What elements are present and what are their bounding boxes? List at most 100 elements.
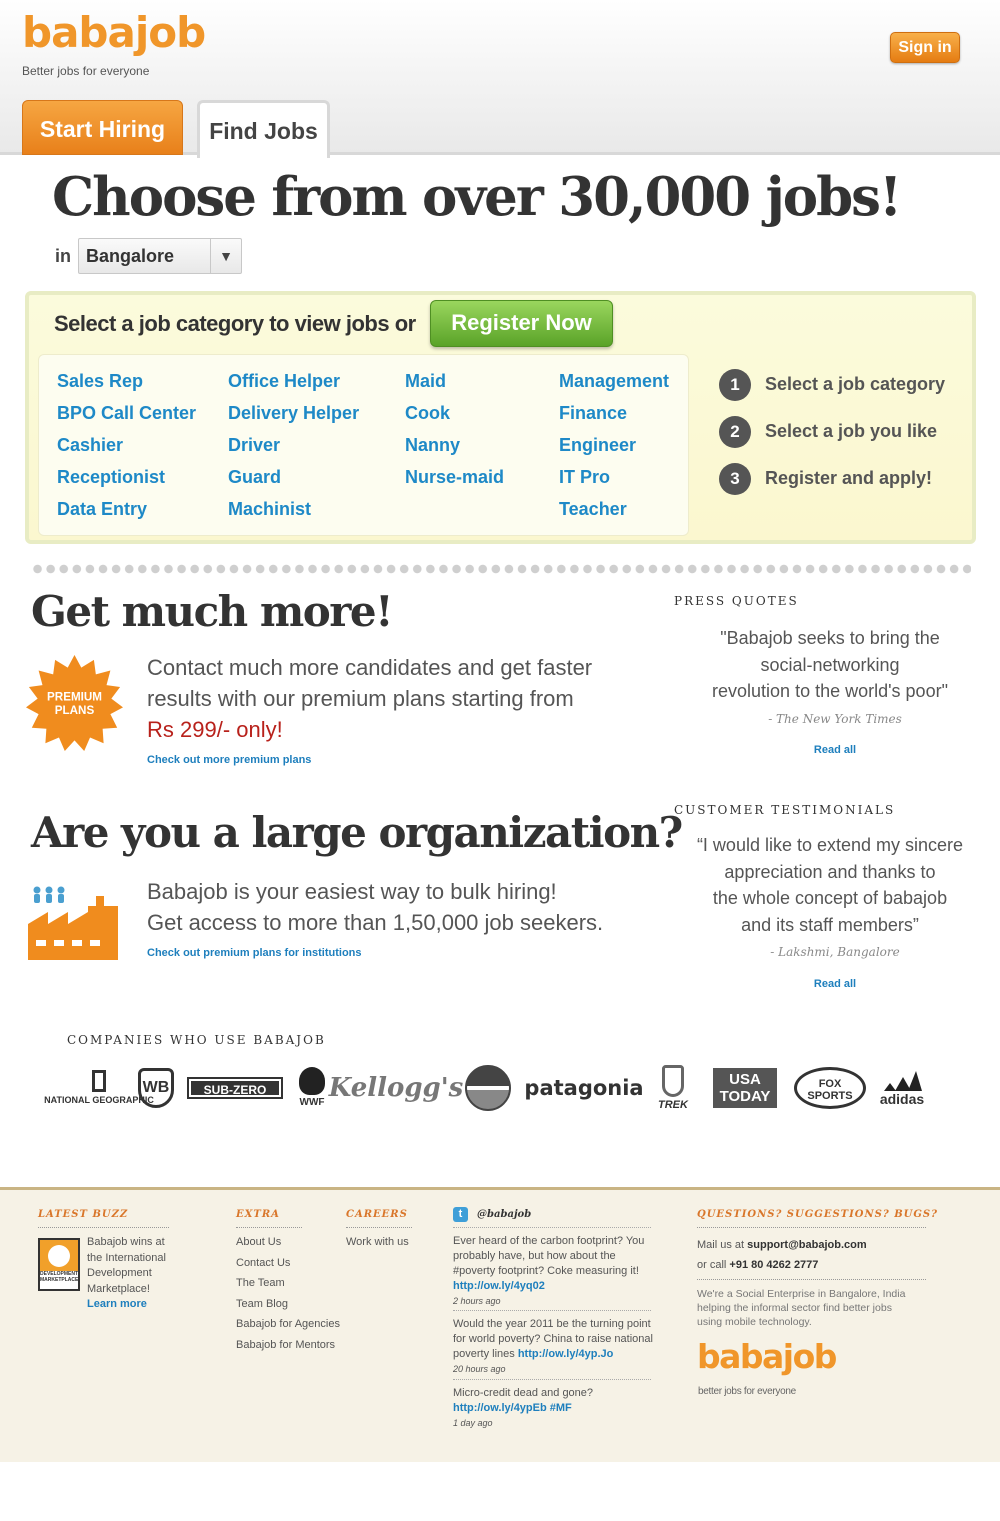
learn-more-link[interactable]: Learn more xyxy=(87,1298,147,1310)
step-number: 2 xyxy=(719,416,751,448)
quote-line: revolution to the world's poor" xyxy=(712,681,948,701)
careers-heading: CAREERS xyxy=(346,1209,408,1220)
testimonial-source: - Lakshmi, Bangalore xyxy=(770,945,900,959)
divider xyxy=(453,1310,651,1311)
company-logos: NATIONAL GEOGRAPHIC WB SUB-ZERO WWF Kell… xyxy=(44,1060,936,1115)
tab-find-jobs[interactable]: Find Jobs xyxy=(197,100,330,158)
footer-link-contact-us[interactable]: Contact Us xyxy=(236,1253,340,1274)
footer-link-the-team[interactable]: The Team xyxy=(236,1273,340,1294)
organization-heading: Are you a large organization? xyxy=(31,808,683,857)
quote-line: “I would like to extend my sincere xyxy=(696,835,964,855)
tagline: Better jobs for everyone xyxy=(22,64,150,78)
development-marketplace-image[interactable]: DEVELOPMENT MARKETPLACE xyxy=(38,1238,80,1291)
contact-heading: QUESTIONS? SUGGESTIONS? BUGS? xyxy=(697,1209,939,1220)
category-link[interactable]: IT Pro xyxy=(559,461,669,493)
category-column: Office Helper Delivery Helper Driver Gua… xyxy=(228,365,359,525)
support-email-link[interactable]: support@babajob.com xyxy=(747,1239,867,1251)
step-number: 3 xyxy=(719,463,751,495)
category-link[interactable]: Sales Rep xyxy=(57,365,196,397)
category-link[interactable]: Finance xyxy=(559,397,669,429)
category-link[interactable]: Management xyxy=(559,365,669,397)
babajob-logo[interactable]: babajob xyxy=(22,8,206,58)
organization-text: Babajob is your easiest way to bulk hiri… xyxy=(147,876,603,938)
category-link[interactable]: Delivery Helper xyxy=(228,397,359,429)
footer-link-work-with-us[interactable]: Work with us xyxy=(346,1232,409,1253)
category-link[interactable]: Driver xyxy=(228,429,359,461)
category-link[interactable]: Nurse-maid xyxy=(405,461,504,493)
divider xyxy=(346,1227,412,1228)
press-read-all-link[interactable]: Read all xyxy=(680,744,990,756)
latest-buzz-text: Babajob wins at the International Develo… xyxy=(87,1236,166,1310)
category-link[interactable]: Guard xyxy=(228,461,359,493)
category-link[interactable]: Cashier xyxy=(57,429,196,461)
tweet-link[interactable]: http://ow.ly/4yp.Jo xyxy=(518,1348,614,1360)
quote-line: the whole concept of babajob xyxy=(712,888,948,908)
footer-link-team-blog[interactable]: Team Blog xyxy=(236,1294,340,1315)
category-link[interactable]: Office Helper xyxy=(228,365,359,397)
category-link[interactable]: Machinist xyxy=(228,493,359,525)
premium-line-2: results with our premium plans starting … xyxy=(147,686,574,711)
city-select[interactable]: Bangalore ▼ xyxy=(78,238,242,274)
chevron-down-icon[interactable]: ▼ xyxy=(210,239,241,273)
premium-plans-badge-icon[interactable]: PREMIUM PLANS xyxy=(26,655,123,752)
category-link[interactable]: Data Entry xyxy=(57,493,196,525)
category-link[interactable]: Teacher xyxy=(559,493,669,525)
sign-in-button[interactable]: Sign in xyxy=(890,32,960,63)
category-link[interactable]: Nanny xyxy=(405,429,504,461)
testimonial-quote: “I would like to extend my sincere appre… xyxy=(675,832,985,938)
tweet-time: 20 hours ago xyxy=(453,1364,506,1374)
quote-line: and its staff members” xyxy=(741,914,919,935)
obama-logo xyxy=(464,1060,512,1115)
patagonia-logo: patagonia xyxy=(524,1075,644,1100)
kelloggs-logo: Kellogg's xyxy=(328,1072,464,1103)
extra-heading: EXTRA xyxy=(236,1209,280,1220)
badge-line-1: PREMIUM xyxy=(47,691,102,704)
organization-line-2: Get access to more than 1,50,000 job see… xyxy=(147,910,604,935)
about-text: We're a Social Enterprise in Bangalore, … xyxy=(697,1288,906,1328)
factory-icon xyxy=(28,886,118,960)
premium-line-1: Contact much more candidates and get fas… xyxy=(147,655,593,680)
sub-zero-logo: SUB-ZERO xyxy=(186,1060,284,1115)
category-link[interactable]: Receptionist xyxy=(57,461,196,493)
category-list: Sales Rep BPO Call Center Cashier Recept… xyxy=(38,354,689,536)
tab-start-hiring[interactable]: Start Hiring xyxy=(22,100,183,155)
premium-price: Rs 299/- only! xyxy=(147,717,283,742)
quote-line: "Babajob seeks to bring the xyxy=(720,628,940,648)
twitter-handle[interactable]: @babajob xyxy=(477,1209,531,1220)
category-column: Maid Cook Nanny Nurse-maid xyxy=(405,365,504,493)
support-phone: +91 80 4262 2777 xyxy=(729,1259,819,1271)
institution-plans-link[interactable]: Check out premium plans for institutions xyxy=(147,947,362,959)
tweet-link[interactable]: http://ow.ly/4yq02 xyxy=(453,1280,545,1292)
category-link[interactable]: Cook xyxy=(405,397,504,429)
tweet: Micro-credit dead and gone? http://ow.ly… xyxy=(453,1386,653,1431)
category-link[interactable]: BPO Call Center xyxy=(57,397,196,429)
footer-tagline: better jobs for everyone xyxy=(698,1386,796,1397)
step-text: Register and apply! xyxy=(765,468,933,488)
contact-info: Mail us at support@babajob.com or call +… xyxy=(697,1235,867,1275)
step-text: Select a job you like xyxy=(765,421,938,441)
quote-line: social-networking xyxy=(760,654,900,675)
job-category-panel: Select a job category to view jobs or Re… xyxy=(25,291,976,544)
register-now-button[interactable]: Register Now xyxy=(430,300,613,347)
site-footer: LATEST BUZZ DEVELOPMENT MARKETPLACE Baba… xyxy=(0,1187,1000,1462)
footer-link-mentors[interactable]: Babajob for Mentors xyxy=(236,1335,340,1356)
category-link[interactable]: Engineer xyxy=(559,429,669,461)
dotted-divider xyxy=(31,563,971,575)
city-select-value: Bangalore xyxy=(86,246,175,266)
tweet-time: 2 hours ago xyxy=(453,1296,501,1306)
press-quotes-label: PRESS QUOTES xyxy=(674,594,799,608)
testimonials-read-all-link[interactable]: Read all xyxy=(680,978,990,990)
press-quote-source: - The New York Times xyxy=(768,712,902,726)
trek-logo: TREK xyxy=(650,1060,696,1115)
footer-link-about-us[interactable]: About Us xyxy=(236,1232,340,1253)
footer-logo[interactable]: babajob xyxy=(697,1338,837,1376)
footer-link-agencies[interactable]: Babajob for Agencies xyxy=(236,1314,340,1335)
tweet-text: Ever heard of the carbon footprint? You … xyxy=(453,1235,645,1277)
tweet-link[interactable]: http://ow.ly/4ypEb #MF xyxy=(453,1402,572,1414)
category-column: Management Finance Engineer IT Pro Teach… xyxy=(559,365,669,525)
category-link[interactable]: Maid xyxy=(405,365,504,397)
twitter-icon[interactable]: t xyxy=(453,1207,468,1222)
usa-today-logo: USA TODAY xyxy=(712,1060,778,1115)
premium-plans-link[interactable]: Check out more premium plans xyxy=(147,754,311,766)
step-text: Select a job category xyxy=(765,374,946,394)
